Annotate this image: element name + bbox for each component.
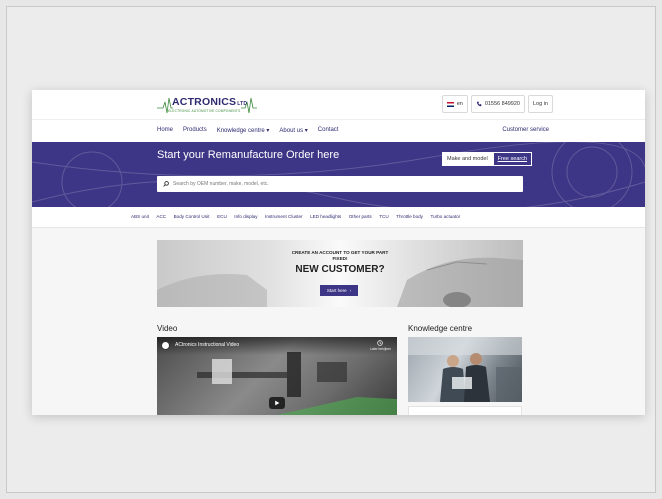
category-tcu[interactable]: TCU [379,214,388,219]
chevron-right-icon: › [349,288,352,293]
search-mode-toggle: Make and model Free search [442,152,533,166]
phone-button[interactable]: 01556 849920 [470,95,525,113]
play-button[interactable] [269,397,285,409]
category-ecu[interactable]: ECU [217,214,227,219]
channel-avatar-icon[interactable] [161,341,170,350]
nav-about-us[interactable]: About us ▾ [279,127,307,134]
search-placeholder: Search by OEM number, make, model, etc. [173,181,269,187]
nav-contact[interactable]: Contact [318,127,339,134]
start-here-button[interactable]: Start here › [320,285,358,296]
free-search-tab[interactable]: Free search [492,152,533,166]
main-nav: Home Products Knowledge centre ▾ About u… [32,119,645,142]
knowledge-centre-card [408,406,522,415]
video-heading: Video [157,324,178,333]
watch-later-button[interactable]: Later bekijken [370,340,391,351]
header-actions: en 01556 849920 Log in [441,95,553,113]
top-bar: ACTRONICSLTD ELECTRONIC AUTOMOTIVE COMPO… [32,90,645,119]
uk-flag-icon [446,101,454,107]
category-info-display[interactable]: Info display [234,214,257,219]
nav-items: Home Products Knowledge centre ▾ About u… [157,127,338,134]
language-label: en [456,101,463,107]
logo-text: ACTRONICSLTD [172,96,248,108]
category-turbo-actuator[interactable]: Turbo actuator [430,214,460,219]
category-other-parts[interactable]: Other parts [349,214,372,219]
new-customer-banner: CREATE AN ACCOUNT TO GET YOUR PART FIXED… [157,240,523,307]
knowledge-centre-heading: Knowledge centre [408,324,473,333]
category-acc[interactable]: ACC [156,214,166,219]
category-throttle-body[interactable]: Throttle body [396,214,423,219]
knowledge-centre-image[interactable] [408,337,522,402]
logo-tagline: ELECTRONIC AUTOMOTIVE COMPONENTS [168,109,241,113]
category-instrument-cluster[interactable]: Instrument Cluster [265,214,303,219]
category-led-headlights[interactable]: LED headlights [310,214,341,219]
category-bar: ABS unit ACC Body Control Unit ECU Info … [32,207,645,228]
nav-customer-service[interactable]: Customer service [502,127,549,133]
video-player[interactable]: ACtronics Instructional Video Later beki… [157,337,397,415]
search-icon [163,181,169,187]
banner-subtitle: CREATE AN ACCOUNT TO GET YOUR PART FIXED… [291,250,389,261]
video-title[interactable]: ACtronics Instructional Video [175,342,239,348]
mechanics-photo [408,337,522,402]
nav-knowledge-centre[interactable]: Knowledge centre ▾ [217,127,270,134]
hero-banner: Start your Remanufacture Order here Make… [32,142,645,207]
banner-title: NEW CUSTOMER? [295,264,385,275]
search-input[interactable]: Search by OEM number, make, model, etc. [157,176,523,192]
phone-icon [476,101,482,107]
nav-home[interactable]: Home [157,127,173,134]
nav-products[interactable]: Products [183,127,207,134]
category-items: ABS unit ACC Body Control Unit ECU Info … [131,214,460,219]
browser-page: ACTRONICSLTD ELECTRONIC AUTOMOTIVE COMPO… [32,90,645,415]
language-selector[interactable]: en [441,95,468,113]
login-button[interactable]: Log in [528,95,553,113]
category-body-control-unit[interactable]: Body Control Unit [174,214,210,219]
clock-icon [377,340,384,346]
hero-title: Start your Remanufacture Order here [157,149,340,161]
start-here-label: Start here [326,288,347,293]
watch-later-label: Later bekijken [369,347,391,351]
phone-number: 01556 849920 [484,101,520,107]
logo[interactable]: ACTRONICSLTD ELECTRONIC AUTOMOTIVE COMPO… [157,94,257,116]
category-abs-unit[interactable]: ABS unit [131,214,149,219]
make-and-model-tab[interactable]: Make and model [442,152,493,166]
play-icon [275,400,280,406]
